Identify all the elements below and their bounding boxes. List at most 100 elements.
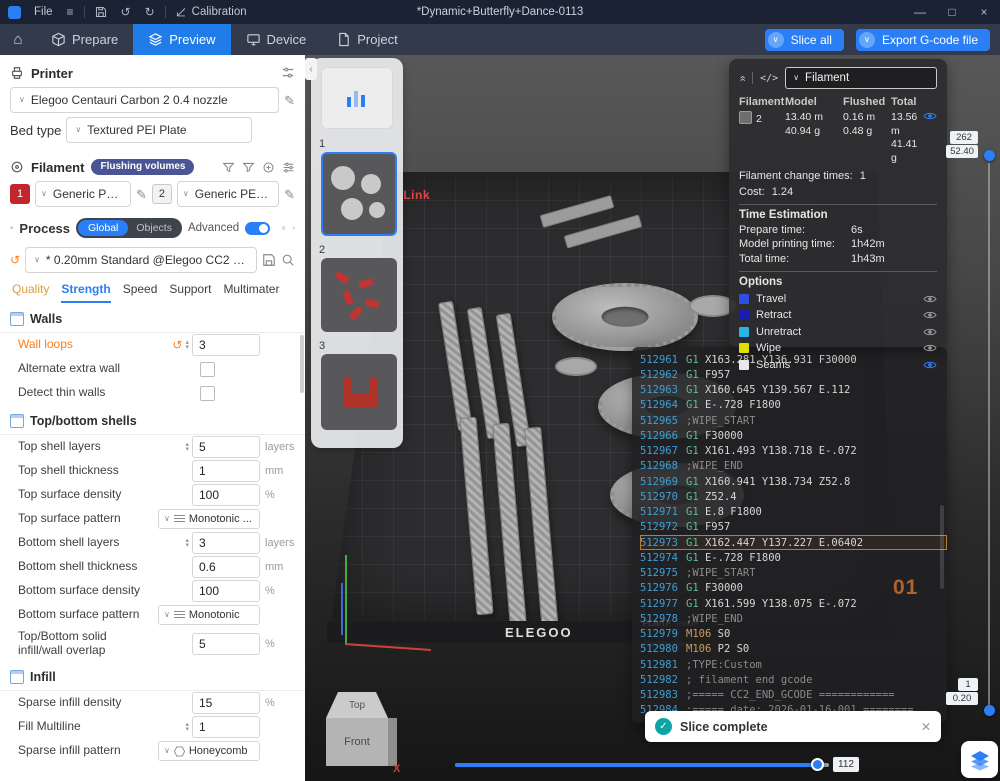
- gcode-line[interactable]: 512972G1 F957: [640, 520, 947, 535]
- gcode-line[interactable]: 512965;WIPE_START: [640, 413, 947, 428]
- spinner-down-icon[interactable]: ▾: [185, 543, 189, 549]
- advanced-toggle[interactable]: [245, 222, 270, 235]
- param-checkbox[interactable]: [200, 386, 215, 401]
- spinner-arrows[interactable]: ▴▾: [185, 722, 189, 733]
- file-menu[interactable]: File: [27, 0, 60, 24]
- process-tab-support[interactable]: Support: [169, 282, 211, 303]
- tab-prepare[interactable]: Prepare: [36, 24, 133, 55]
- spinner-down-icon[interactable]: ▾: [185, 447, 189, 453]
- eye-icon[interactable]: [923, 310, 937, 320]
- flush-funnel-right-icon[interactable]: [242, 161, 255, 174]
- nav-cube-side-face[interactable]: [388, 718, 397, 766]
- gcode-line[interactable]: 512983;===== CC2_END_GCODE ============: [640, 688, 947, 703]
- filament-2-select[interactable]: ∨ Generic PETG @S...: [177, 181, 279, 207]
- eye-icon[interactable]: [923, 360, 937, 370]
- param-input[interactable]: 100: [192, 484, 260, 506]
- gcode-viewer[interactable]: 512961G1 X163.281 Y136.931 F30000512962G…: [632, 347, 947, 723]
- spinner-arrows[interactable]: ▴▾: [185, 442, 189, 453]
- all-plates-thumbnail[interactable]: [321, 67, 393, 129]
- spinner-down-icon[interactable]: ▾: [185, 345, 189, 351]
- close-icon[interactable]: ✕: [921, 720, 931, 734]
- objects-list-icon[interactable]: [282, 221, 285, 235]
- flush-funnel-left-icon[interactable]: [222, 161, 235, 174]
- save-preset-icon[interactable]: [262, 253, 276, 267]
- process-tab-strength[interactable]: Strength: [61, 282, 110, 303]
- layer-slider-track[interactable]: [988, 163, 990, 708]
- redo-icon[interactable]: ↻: [138, 0, 162, 24]
- param-input[interactable]: 5: [192, 436, 260, 458]
- spinner-down-icon[interactable]: ▾: [185, 727, 189, 733]
- param-input[interactable]: 100: [192, 580, 260, 602]
- gcode-line[interactable]: 512973G1 X162.447 Y137.227 E.06402: [640, 535, 947, 550]
- gcode-line[interactable]: 512980M106 P2 S0: [640, 642, 947, 657]
- tab-device[interactable]: Device: [231, 24, 322, 55]
- spinner-arrows[interactable]: ▴▾: [185, 340, 189, 351]
- process-preset-select[interactable]: ∨ * 0.20mm Standard @Elegoo CC2 0...: [25, 247, 257, 273]
- scope-global[interactable]: Global: [78, 220, 128, 236]
- gcode-line[interactable]: 512964G1 E-.728 F1800: [640, 398, 947, 413]
- view-mode-select[interactable]: ∨ Filament: [785, 67, 937, 89]
- param-input[interactable]: 1: [192, 716, 260, 738]
- collapse-plate-list-icon[interactable]: ‹: [305, 58, 317, 80]
- gcode-line[interactable]: 512969G1 X160.941 Y138.734 Z52.8: [640, 474, 947, 489]
- search-icon[interactable]: [281, 253, 295, 267]
- param-input[interactable]: 15: [192, 692, 260, 714]
- process-tab-speed[interactable]: Speed: [123, 282, 158, 303]
- reset-icon[interactable]: ↺: [172, 339, 182, 351]
- bed-type-select[interactable]: ∨ Textured PEI Plate: [66, 117, 252, 143]
- eye-icon[interactable]: [923, 343, 937, 353]
- layer-slider-bottom-handle[interactable]: [984, 705, 995, 716]
- printer-preset-select[interactable]: ∨ Elegoo Centauri Carbon 2 0.4 nozzle: [10, 87, 279, 113]
- gcode-line[interactable]: 512966G1 F30000: [640, 428, 947, 443]
- gcode-view-icon[interactable]: </>: [760, 73, 778, 84]
- process-tab-quality[interactable]: Quality: [12, 282, 49, 303]
- plate-2-thumbnail[interactable]: [321, 258, 397, 332]
- export-gcode-button[interactable]: ∨ Export G-code file: [856, 29, 990, 51]
- process-compare-icon[interactable]: [292, 221, 295, 235]
- spinner-arrows[interactable]: ▴▾: [185, 538, 189, 549]
- gcode-line[interactable]: 512971G1 E.8 F1800: [640, 505, 947, 520]
- plate-3-thumbnail[interactable]: [321, 354, 397, 430]
- calibration-menu[interactable]: Calibration: [169, 0, 254, 24]
- filament-1-select[interactable]: ∨ Generic PETG ...: [35, 181, 131, 207]
- edit-filament-1-icon[interactable]: ✎: [136, 188, 147, 201]
- collapse-panel-icon[interactable]: «: [737, 75, 748, 81]
- printer-settings-icon[interactable]: [281, 66, 295, 80]
- save-icon[interactable]: [88, 0, 114, 24]
- eye-icon[interactable]: [923, 294, 937, 304]
- edit-printer-icon[interactable]: ✎: [284, 94, 295, 107]
- gcode-line[interactable]: 512967G1 X161.493 Y138.718 E-.072: [640, 444, 947, 459]
- add-filament-icon[interactable]: [262, 161, 275, 174]
- gcode-line[interactable]: 512979M106 S0: [640, 627, 947, 642]
- param-input[interactable]: 3: [192, 532, 260, 554]
- param-checkbox[interactable]: [200, 362, 215, 377]
- gcode-line[interactable]: 512968;WIPE_END: [640, 459, 947, 474]
- chevron-down-icon[interactable]: ∨: [768, 32, 784, 48]
- gcode-line[interactable]: 512978;WIPE_END: [640, 611, 947, 626]
- filament-settings-icon[interactable]: [282, 161, 295, 174]
- nav-cube-front-face[interactable]: Front: [326, 718, 388, 766]
- layer-slider-top-handle[interactable]: [984, 150, 995, 161]
- param-select[interactable]: ∨Monotonic ...: [158, 509, 260, 529]
- process-tab-multimater[interactable]: Multimater: [223, 282, 279, 303]
- param-select[interactable]: ∨Monotonic: [158, 605, 260, 625]
- param-input[interactable]: 1: [192, 460, 260, 482]
- slice-all-button[interactable]: ∨ Slice all: [765, 29, 844, 51]
- gcode-line[interactable]: 512981;TYPE:Custom: [640, 657, 947, 672]
- model-cylinder[interactable]: [555, 357, 597, 376]
- menu-icon[interactable]: ≡: [60, 0, 81, 24]
- reset-preset-icon[interactable]: ↺: [10, 254, 20, 266]
- nav-cube-top-face[interactable]: Top: [326, 692, 388, 718]
- eye-icon[interactable]: [923, 111, 937, 121]
- home-button[interactable]: ⌂: [0, 24, 36, 55]
- param-input[interactable]: 3: [192, 334, 260, 356]
- flushing-volumes-button[interactable]: Flushing volumes: [91, 159, 194, 175]
- gcode-line[interactable]: 512970G1 Z52.4: [640, 489, 947, 504]
- process-scope-segment[interactable]: Global Objects: [76, 218, 182, 238]
- tab-project[interactable]: Project: [321, 24, 412, 55]
- undo-icon[interactable]: ↺: [114, 0, 138, 24]
- filament-1-swatch[interactable]: 1: [10, 184, 30, 204]
- sidebar-scrollbar[interactable]: [300, 335, 304, 393]
- close-button[interactable]: ×: [968, 0, 1000, 24]
- move-slider[interactable]: 112: [455, 757, 859, 773]
